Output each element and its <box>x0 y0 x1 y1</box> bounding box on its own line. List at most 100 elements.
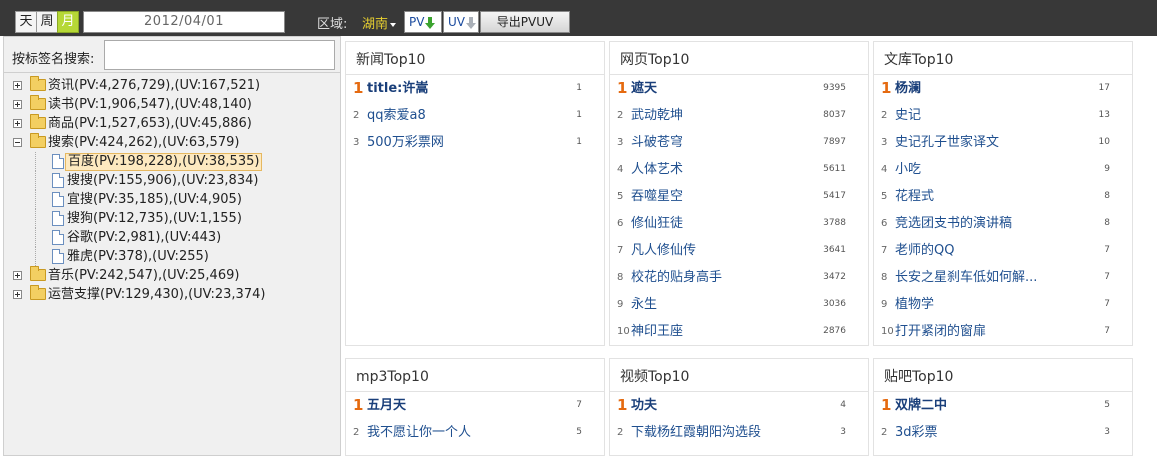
search-term-link[interactable]: 植物学 <box>895 291 934 318</box>
search-count: 8 <box>1104 218 1110 228</box>
pv-download-button[interactable]: PV <box>404 11 442 33</box>
rank-row: 1 title:许嵩 1 <box>346 75 604 102</box>
tree-node-yahoo[interactable]: 雅虎(PV:378),(UV:255) <box>4 247 340 266</box>
search-term-link[interactable]: 武动乾坤 <box>631 102 683 129</box>
search-term-link[interactable]: 3d彩票 <box>895 419 938 446</box>
export-pvuv-button[interactable]: 导出PVUV <box>480 11 570 33</box>
folder-icon <box>30 266 46 281</box>
search-count: 5 <box>576 427 582 437</box>
search-term-link[interactable]: 史记孔子世家译文 <box>895 129 999 156</box>
search-term-link[interactable]: 下载杨红霞朝阳沟选段 <box>631 419 761 446</box>
search-term-link[interactable]: 五月天 <box>367 392 406 419</box>
rank-row: 10 神印王座 2876 <box>610 318 868 345</box>
period-day-button[interactable]: 天 <box>15 11 37 33</box>
rank-row: 8 校花的贴身高手 3472 <box>610 264 868 291</box>
tree-node-baidu[interactable]: 百度(PV:198,228),(UV:38,535) <box>4 152 340 171</box>
tree-node-music[interactable]: 音乐(PV:242,547),(UV:25,469) <box>4 266 340 285</box>
search-term-link[interactable]: title:许嵩 <box>367 75 428 102</box>
expand-icon[interactable] <box>13 271 22 280</box>
expand-icon[interactable] <box>13 81 22 90</box>
tree-node-easou[interactable]: 宜搜(PV:35,185),(UV:4,905) <box>4 190 340 209</box>
search-term-link[interactable]: 双牌二中 <box>895 392 947 419</box>
tree-node-search[interactable]: 搜索(PV:424,262),(UV:63,579) <box>4 133 340 152</box>
rank-row: 1 功夫 4 <box>610 392 868 419</box>
tree-node-soso[interactable]: 搜搜(PV:155,906),(UV:23,834) <box>4 171 340 190</box>
panel-mp3-top10: mp3Top10 1 五月天 7 2 我不愿让你一个人 5 <box>345 358 605 456</box>
search-term-link[interactable]: 竞选团支书的演讲稿 <box>895 210 1012 237</box>
rank-row: 1 双牌二中 5 <box>874 392 1132 419</box>
document-icon <box>52 154 64 169</box>
search-count: 7 <box>1104 299 1110 309</box>
search-term-link[interactable]: 长安之星刹车低如何解... <box>895 264 1037 291</box>
period-selector: 天 周 月 <box>15 11 79 33</box>
tree-node-label: 百度(PV:198,228),(UV:38,535) <box>65 153 263 171</box>
rank-number: 1 <box>353 79 364 97</box>
rank-number: 7 <box>881 245 888 256</box>
caret-down-icon <box>390 22 397 27</box>
search-term-link[interactable]: 斗破苍穹 <box>631 129 683 156</box>
rank-number: 2 <box>353 427 360 438</box>
search-term-link[interactable]: 功夫 <box>631 392 657 419</box>
tree-node-books[interactable]: 读书(PV:1,906,547),(UV:48,140) <box>4 95 340 114</box>
expand-icon[interactable] <box>13 290 22 299</box>
expand-icon[interactable] <box>13 119 22 128</box>
sidebar: 按标签名搜索: 资讯(PV:4,276,729),(UV:167,521) 读书… <box>3 36 341 456</box>
search-term-link[interactable]: 吞噬星空 <box>631 183 683 210</box>
uv-download-button[interactable]: UV <box>443 11 479 33</box>
search-term-link[interactable]: 史记 <box>895 102 921 129</box>
uv-label: UV <box>448 15 465 29</box>
search-term-link[interactable]: 永生 <box>631 291 657 318</box>
tree-connector <box>35 152 36 171</box>
rank-number: 1 <box>617 396 628 414</box>
rank-row: 5 吞噬星空 5417 <box>610 183 868 210</box>
search-term-link[interactable]: 遮天 <box>631 75 657 102</box>
rank-row: 2 下载杨红霞朝阳沟选段 3 <box>610 419 868 446</box>
panel-title: 新闻Top10 <box>346 42 604 75</box>
search-term-link[interactable]: 500万彩票网 <box>367 129 444 156</box>
search-count: 3 <box>840 427 846 437</box>
rank-number: 6 <box>881 218 888 229</box>
rank-row: 10 打开紧闭的窗扉 7 <box>874 318 1132 345</box>
search-term-link[interactable]: 杨澜 <box>895 75 921 102</box>
search-count: 1 <box>576 83 582 93</box>
search-term-link[interactable]: 神印王座 <box>631 318 683 345</box>
search-term-link[interactable]: 老师的QQ <box>895 237 954 264</box>
region-select[interactable]: 湖南 <box>362 13 397 32</box>
tree-node-sogou[interactable]: 搜狗(PV:12,735),(UV:1,155) <box>4 209 340 228</box>
rank-row: 7 凡人修仙传 3641 <box>610 237 868 264</box>
rank-number: 5 <box>881 191 888 202</box>
rank-number: 4 <box>881 164 888 175</box>
tree-node-goods[interactable]: 商品(PV:1,527,653),(UV:45,886) <box>4 114 340 133</box>
divider <box>4 72 340 73</box>
search-count: 4 <box>840 400 846 410</box>
search-term-link[interactable]: 凡人修仙传 <box>631 237 696 264</box>
search-term-link[interactable]: 修仙狂徒 <box>631 210 683 237</box>
rank-row: 2 史记 13 <box>874 102 1132 129</box>
search-term-link[interactable]: 打开紧闭的窗扉 <box>895 318 986 345</box>
tree-node-label: 音乐(PV:242,547),(UV:25,469) <box>48 268 240 283</box>
search-term-link[interactable]: 我不愿让你一个人 <box>367 419 471 446</box>
rank-list: 1 双牌二中 5 2 3d彩票 3 <box>874 392 1132 446</box>
tag-search-input[interactable] <box>104 40 335 70</box>
search-count: 17 <box>1098 83 1110 93</box>
search-term-link[interactable]: qq索爱a8 <box>367 102 426 129</box>
tree-node-google[interactable]: 谷歌(PV:2,981),(UV:443) <box>4 228 340 247</box>
panel-video-top10: 视频Top10 1 功夫 4 2 下载杨红霞朝阳沟选段 3 <box>609 358 869 456</box>
tree-node-news[interactable]: 资讯(PV:4,276,729),(UV:167,521) <box>4 76 340 95</box>
rank-number: 9 <box>617 299 624 310</box>
search-term-link[interactable]: 校花的贴身高手 <box>631 264 722 291</box>
panel-title: 视频Top10 <box>610 359 868 392</box>
search-count: 2876 <box>823 326 846 336</box>
search-term-link[interactable]: 花程式 <box>895 183 934 210</box>
rank-row: 1 杨澜 17 <box>874 75 1132 102</box>
expand-icon[interactable] <box>13 100 22 109</box>
tree-node-label: 宜搜(PV:35,185),(UV:4,905) <box>67 192 242 207</box>
tree-node-ops-support[interactable]: 运营支撑(PV:129,430),(UV:23,374) <box>4 285 340 304</box>
period-week-button[interactable]: 周 <box>36 11 58 33</box>
tree-node-label: 资讯(PV:4,276,729),(UV:167,521) <box>48 78 261 93</box>
search-term-link[interactable]: 小吃 <box>895 156 921 183</box>
date-input[interactable]: 2012/04/01 <box>83 11 285 33</box>
search-term-link[interactable]: 人体艺术 <box>631 156 683 183</box>
period-month-button[interactable]: 月 <box>57 11 79 33</box>
collapse-icon[interactable] <box>13 138 22 147</box>
